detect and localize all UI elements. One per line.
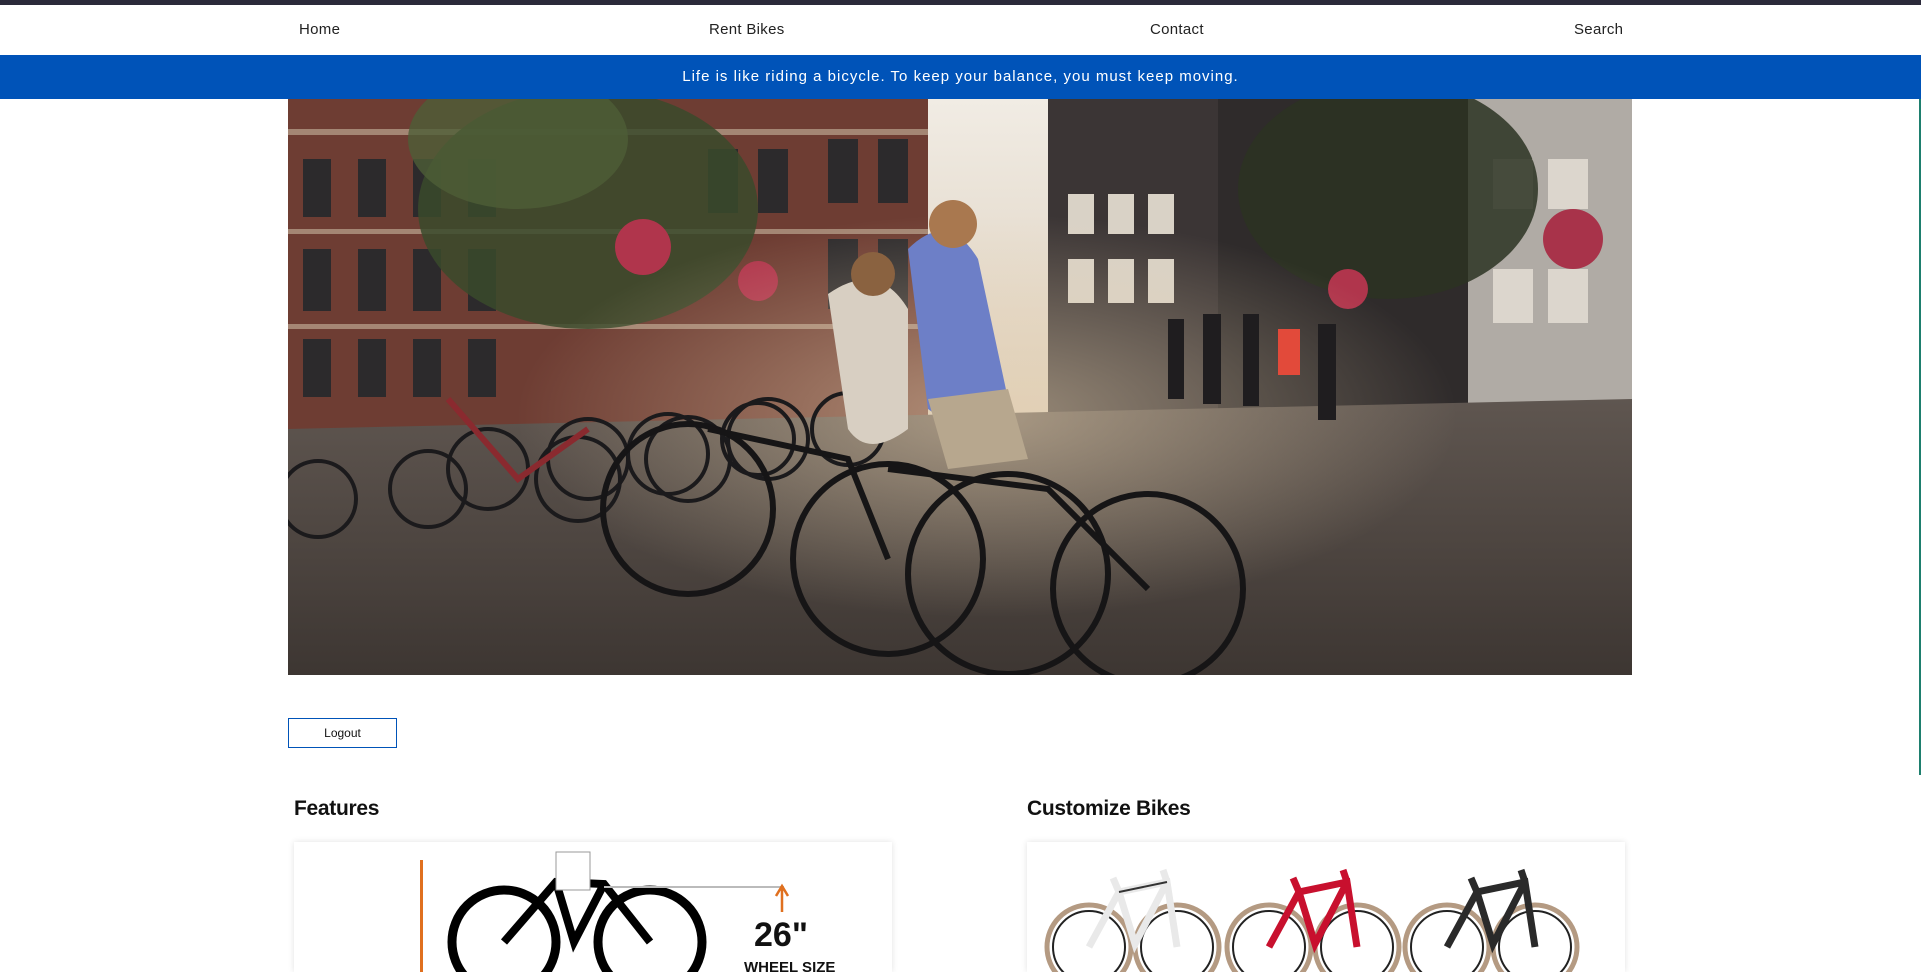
bike-size-illustration: 26" WHEEL SIZE (420, 851, 835, 972)
logout-button[interactable]: Logout (288, 718, 397, 748)
bikes-illustration (1044, 868, 1580, 972)
wheel-size-caption: WHEEL SIZE (744, 959, 835, 972)
bike-black-icon (1402, 868, 1580, 972)
hero-image (288, 99, 1632, 675)
bike-red-icon (1224, 868, 1402, 972)
quote-banner: Life is like riding a bicycle. To keep y… (0, 55, 1921, 99)
customize-card[interactable] (1027, 842, 1625, 972)
bike-white-icon (1044, 868, 1222, 972)
nav-home[interactable]: Home (299, 21, 340, 38)
nav-search[interactable]: Search (1574, 21, 1623, 38)
wheel-size-value: 26" (754, 916, 808, 954)
features-card[interactable]: 26" WHEEL SIZE (294, 842, 892, 972)
customize-bikes-title: Customize Bikes (1027, 797, 1191, 820)
nav-contact[interactable]: Contact (1150, 21, 1204, 38)
features-title: Features (294, 797, 380, 820)
nav-rent-bikes[interactable]: Rent Bikes (709, 21, 785, 38)
main-nav: Home Rent Bikes Contact Search (0, 5, 1921, 55)
